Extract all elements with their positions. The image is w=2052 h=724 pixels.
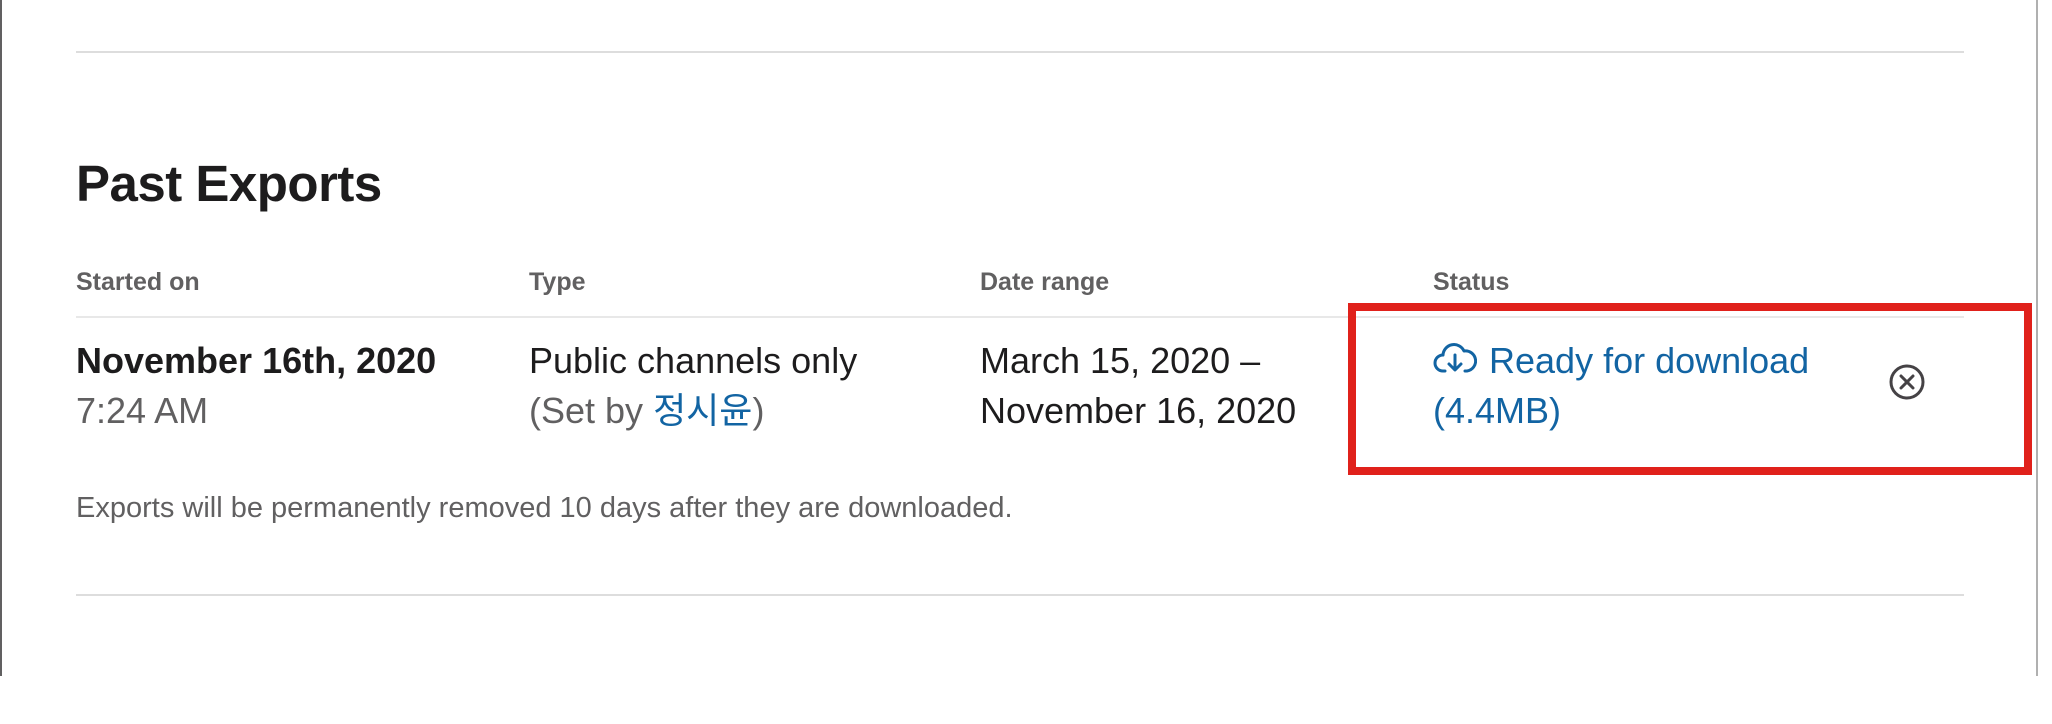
table-header-rule	[76, 316, 1964, 318]
set-by-prefix: (Set by	[529, 390, 654, 431]
cloud-download-icon	[1433, 340, 1478, 376]
download-status-label: Ready for download	[1489, 340, 1810, 381]
section-title: Past Exports	[76, 155, 382, 212]
section-divider-top	[76, 51, 1964, 53]
set-by-line: (Set by 정시윤)	[529, 386, 857, 436]
column-header-status: Status	[1433, 268, 1510, 296]
export-panel: Past Exports Started on Type Date range …	[0, 0, 2038, 676]
section-divider-bottom	[76, 594, 1964, 596]
date-range-start: March 15, 2020 –	[980, 340, 1261, 381]
export-type: Public channels only	[529, 340, 858, 381]
status-cell: Ready for download (4.4MB)	[1433, 336, 1853, 436]
type-cell: Public channels only (Set by 정시윤)	[529, 336, 857, 436]
remove-export-button[interactable]	[1888, 363, 1926, 401]
started-date: November 16th, 2020	[76, 340, 437, 381]
download-link[interactable]: Ready for download (4.4MB)	[1433, 336, 1853, 436]
column-header-date-range: Date range	[980, 268, 1110, 296]
download-size: (4.4MB)	[1433, 390, 1562, 431]
started-on-cell: November 16th, 2020 7:24 AM	[76, 336, 436, 436]
bottom-strip	[0, 676, 2052, 724]
close-circle-icon	[1889, 364, 1925, 400]
column-header-type: Type	[529, 268, 586, 296]
set-by-user-link[interactable]: 정시윤	[653, 390, 752, 431]
retention-footnote: Exports will be permanently removed 10 d…	[76, 492, 1013, 524]
date-range-cell: March 15, 2020 – November 16, 2020	[980, 336, 1296, 436]
column-header-started-on: Started on	[76, 268, 200, 296]
set-by-suffix: )	[752, 390, 765, 431]
started-time: 7:24 AM	[76, 390, 209, 431]
date-range-end: November 16, 2020	[980, 390, 1297, 431]
